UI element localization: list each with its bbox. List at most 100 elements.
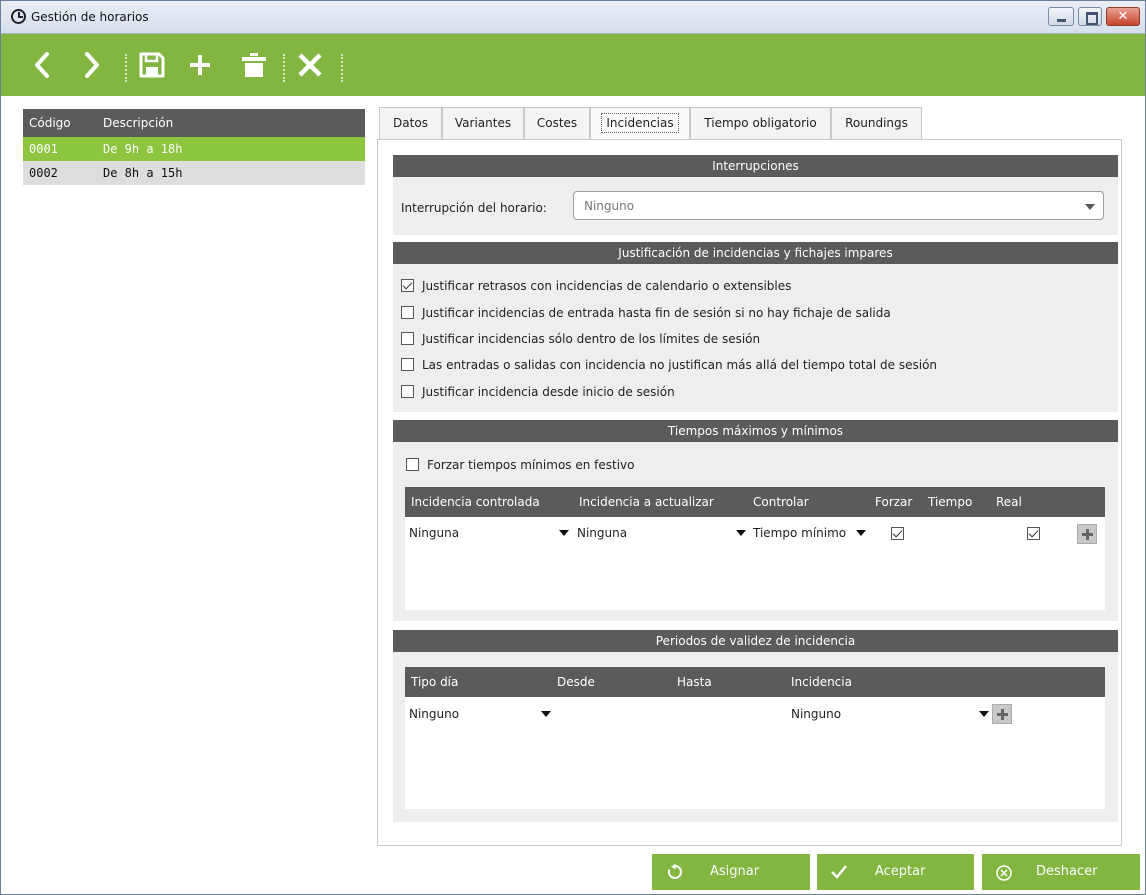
add-row-button[interactable] [992,704,1012,724]
toolbar-separator [125,54,127,82]
tab-label: Incidencias [601,113,679,133]
real-checkbox[interactable] [1027,527,1040,540]
row-code: 0002 [29,166,58,180]
checkbox[interactable] [401,358,414,371]
close-icon: ✕ [1117,9,1129,24]
accept-button[interactable]: Aceptar [817,854,974,890]
column-header: Tipo día [411,675,459,689]
list-row[interactable]: 0001 De 9h a 18h [23,137,365,161]
column-header: Tiempo [928,495,973,509]
chevron-down-icon[interactable] [979,711,989,717]
column-header: Incidencia [791,675,852,689]
close-window-button[interactable]: ✕ [1106,7,1140,26]
column-header: Controlar [753,495,809,509]
tab-costes[interactable]: Costes [524,107,590,140]
interruption-value: Ninguno [584,199,635,213]
tab-tiempo-obligatorio[interactable]: Tiempo obligatorio [690,107,831,140]
next-button[interactable] [79,50,103,80]
checkbox[interactable] [401,306,414,319]
chevron-down-icon[interactable] [541,711,551,717]
previous-button[interactable] [31,50,55,80]
column-header: Incidencia controlada [411,495,540,509]
section-title-interrupciones: Interrupciones [393,155,1118,177]
chevron-down-icon[interactable] [856,530,866,536]
times-grid-header: Incidencia controlada Incidencia a actua… [405,487,1105,517]
undo-label: Deshacer [1036,864,1098,879]
column-header: Real [996,495,1022,509]
incidencia-select[interactable]: Ninguno [791,707,841,721]
save-icon [139,52,165,78]
schedule-list: Código Descripción 0001 De 9h a 18h 0002… [23,109,365,894]
justify-option-label: Justificar incidencia desde inicio de se… [422,385,675,399]
window-title: Gestión de horarios [31,10,149,24]
incidencia-controlada-select[interactable]: Ninguna [409,526,459,540]
periods-grid-header: Tipo día Desde Hasta Incidencia [405,667,1105,697]
times-grid-body: Ninguna Ninguna Tiempo mínimo [405,517,1105,610]
incidencia-actualizar-select[interactable]: Ninguna [577,526,627,540]
checkbox[interactable] [401,279,414,292]
toolbar-separator [283,54,285,82]
column-header-description[interactable]: Descripción [103,116,173,130]
justify-option-label: Justificar retrasos con incidencias de c… [422,279,792,293]
interruption-select[interactable]: Ninguno [573,191,1104,220]
chevron-down-icon[interactable] [736,530,746,536]
circle-x-icon [996,865,1012,881]
section-title-periodos: Periodos de validez de incidencia [393,630,1118,652]
justify-option-label: Justificar incidencias de entrada hasta … [422,306,891,320]
add-row-button[interactable] [1077,524,1097,544]
chevron-right-icon [85,52,99,78]
tab-variantes[interactable]: Variantes [442,107,524,140]
column-header: Incidencia a actualizar [579,495,714,509]
row-description: De 9h a 18h [103,142,183,156]
app-window: Gestión de horarios ✕ Código Descripción… [0,0,1146,895]
tipo-dia-select[interactable]: Ninguno [409,707,459,721]
justify-option-label: Justificar incidencias sólo dentro de lo… [422,332,761,346]
assign-label: Asignar [710,864,760,879]
tab-roundings[interactable]: Roundings [831,107,922,140]
controlar-select[interactable]: Tiempo mínimo [753,526,846,540]
delete-icon [242,53,266,77]
tab-label: Tiempo obligatorio [704,116,817,130]
toolbar [1,34,1145,96]
section-title-justificacion: Justificación de incidencias y fichajes … [393,242,1118,264]
force-min-times-label: Forzar tiempos mínimos en festivo [427,458,635,472]
justify-option-label: Las entradas o salidas con incidencia no… [422,358,938,372]
minimize-button[interactable] [1048,7,1074,26]
check-icon [831,865,847,879]
tab-label: Datos [393,116,428,130]
cancel-button[interactable] [295,50,325,80]
title-bar: Gestión de horarios ✕ [1,1,1145,34]
tab-label: Roundings [845,116,908,130]
delete-button[interactable] [239,50,269,80]
chevron-left-icon [35,52,49,78]
column-header: Hasta [677,675,712,689]
list-row[interactable]: 0002 De 8h a 15h [23,161,365,185]
tab-incidencias[interactable]: Incidencias [590,107,690,141]
add-button[interactable] [185,50,215,80]
column-header: Desde [557,675,595,689]
checkbox[interactable] [401,385,414,398]
row-code: 0001 [29,142,58,156]
add-icon [190,55,210,75]
column-header-code[interactable]: Código [29,116,71,130]
refresh-icon [667,864,682,879]
column-header: Forzar [875,495,913,509]
interruption-label: Interrupción del horario: [401,201,547,215]
clock-icon [11,9,26,24]
assign-button[interactable]: Asignar [652,854,810,890]
periods-grid-body: Ninguno Ninguno [405,697,1105,809]
maximize-button[interactable] [1078,7,1102,26]
checkbox[interactable] [401,332,414,345]
save-button[interactable] [137,50,167,80]
forzar-checkbox[interactable] [891,527,904,540]
accept-label: Aceptar [875,864,926,879]
row-description: De 8h a 15h [103,166,183,180]
close-icon [298,53,322,77]
chevron-down-icon[interactable] [559,530,569,536]
section-title-tiempos: Tiempos máximos y mínimos [393,420,1118,442]
toolbar-separator [341,54,343,82]
list-header: Código Descripción [23,109,365,137]
tab-datos[interactable]: Datos [379,107,442,140]
undo-button[interactable]: Deshacer [982,854,1140,890]
checkbox[interactable] [406,458,419,471]
